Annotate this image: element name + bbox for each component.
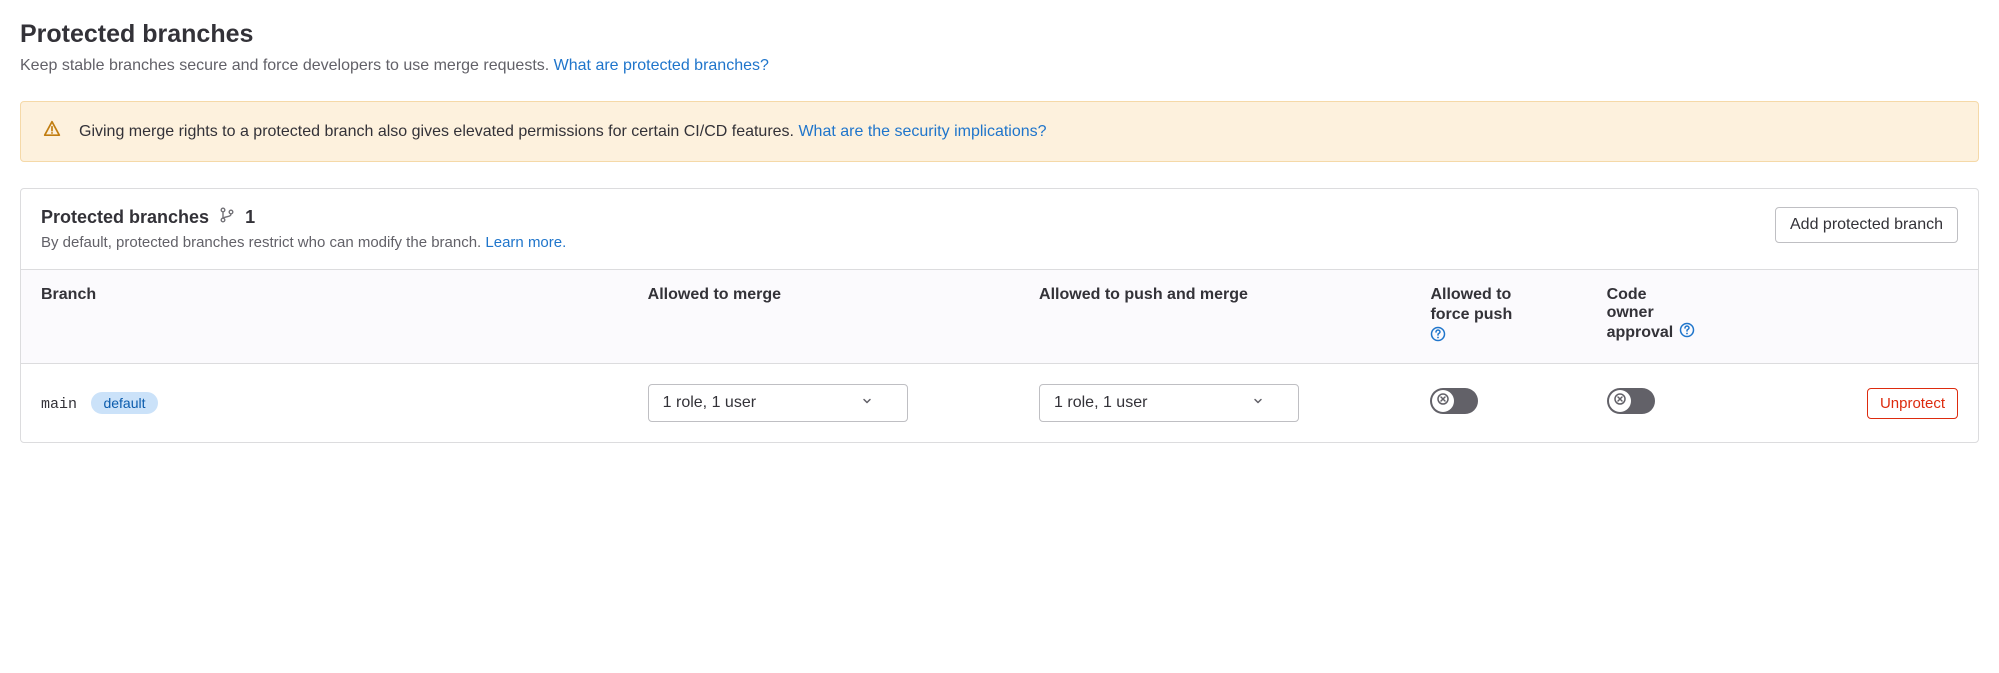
- card-subtitle-text: By default, protected branches restrict …: [41, 234, 481, 251]
- header-allowed-push: Allowed to push and merge: [1019, 270, 1410, 364]
- allowed-to-merge-select[interactable]: 1 role, 1 user: [648, 384, 908, 422]
- header-force-push-line1: Allowed to: [1430, 286, 1511, 304]
- page-description-text: Keep stable branches secure and force de…: [20, 57, 549, 74]
- alert-text: Giving merge rights to a protected branc…: [79, 123, 794, 140]
- table-row: main default 1 role, 1 user: [21, 364, 1978, 443]
- protected-branches-card: Protected branches 1 By default, protect…: [20, 188, 1979, 443]
- card-title: Protected branches: [41, 207, 209, 228]
- header-action: [1802, 270, 1978, 364]
- header-force-push-line2: force push: [1430, 306, 1512, 324]
- security-implications-link[interactable]: What are the security implications?: [798, 123, 1046, 140]
- force-push-toggle[interactable]: [1430, 388, 1478, 414]
- branch-count: 1: [245, 207, 255, 228]
- warning-icon: [43, 120, 61, 143]
- branch-icon: [219, 207, 235, 228]
- header-code-owner-line2: owner: [1607, 304, 1654, 322]
- allowed-to-push-select[interactable]: 1 role, 1 user: [1039, 384, 1299, 422]
- close-icon: [1437, 392, 1449, 410]
- header-code-owner: Code owner approval: [1587, 270, 1802, 364]
- unprotect-button[interactable]: Unprotect: [1867, 388, 1958, 419]
- card-subtitle: By default, protected branches restrict …: [41, 234, 566, 251]
- header-allowed-merge: Allowed to merge: [628, 270, 1019, 364]
- page-title: Protected branches: [20, 20, 1979, 49]
- header-code-owner-line1: Code: [1607, 286, 1647, 304]
- page-description: Keep stable branches secure and force de…: [20, 57, 1979, 75]
- merge-select-value: 1 role, 1 user: [663, 394, 756, 412]
- force-push-help-icon[interactable]: [1430, 326, 1446, 347]
- header-branch: Branch: [21, 270, 628, 364]
- header-code-owner-line3: approval: [1607, 324, 1674, 342]
- close-icon: [1614, 392, 1626, 410]
- protected-branches-table: Branch Allowed to merge Allowed to push …: [21, 269, 1978, 442]
- warning-alert: Giving merge rights to a protected branc…: [20, 101, 1979, 162]
- branch-name: main: [41, 396, 77, 413]
- default-badge: default: [91, 392, 157, 414]
- code-owner-help-icon[interactable]: [1679, 322, 1695, 343]
- code-owner-toggle[interactable]: [1607, 388, 1655, 414]
- what-are-protected-branches-link[interactable]: What are protected branches?: [554, 57, 769, 74]
- header-force-push: Allowed to force push: [1410, 270, 1586, 364]
- chevron-down-icon: [1252, 394, 1264, 412]
- push-select-value: 1 role, 1 user: [1054, 394, 1147, 412]
- alert-message: Giving merge rights to a protected branc…: [79, 123, 1047, 141]
- chevron-down-icon: [861, 394, 873, 412]
- add-protected-branch-button[interactable]: Add protected branch: [1775, 207, 1958, 243]
- learn-more-link[interactable]: Learn more.: [485, 234, 566, 251]
- card-header: Protected branches 1 By default, protect…: [21, 189, 1978, 269]
